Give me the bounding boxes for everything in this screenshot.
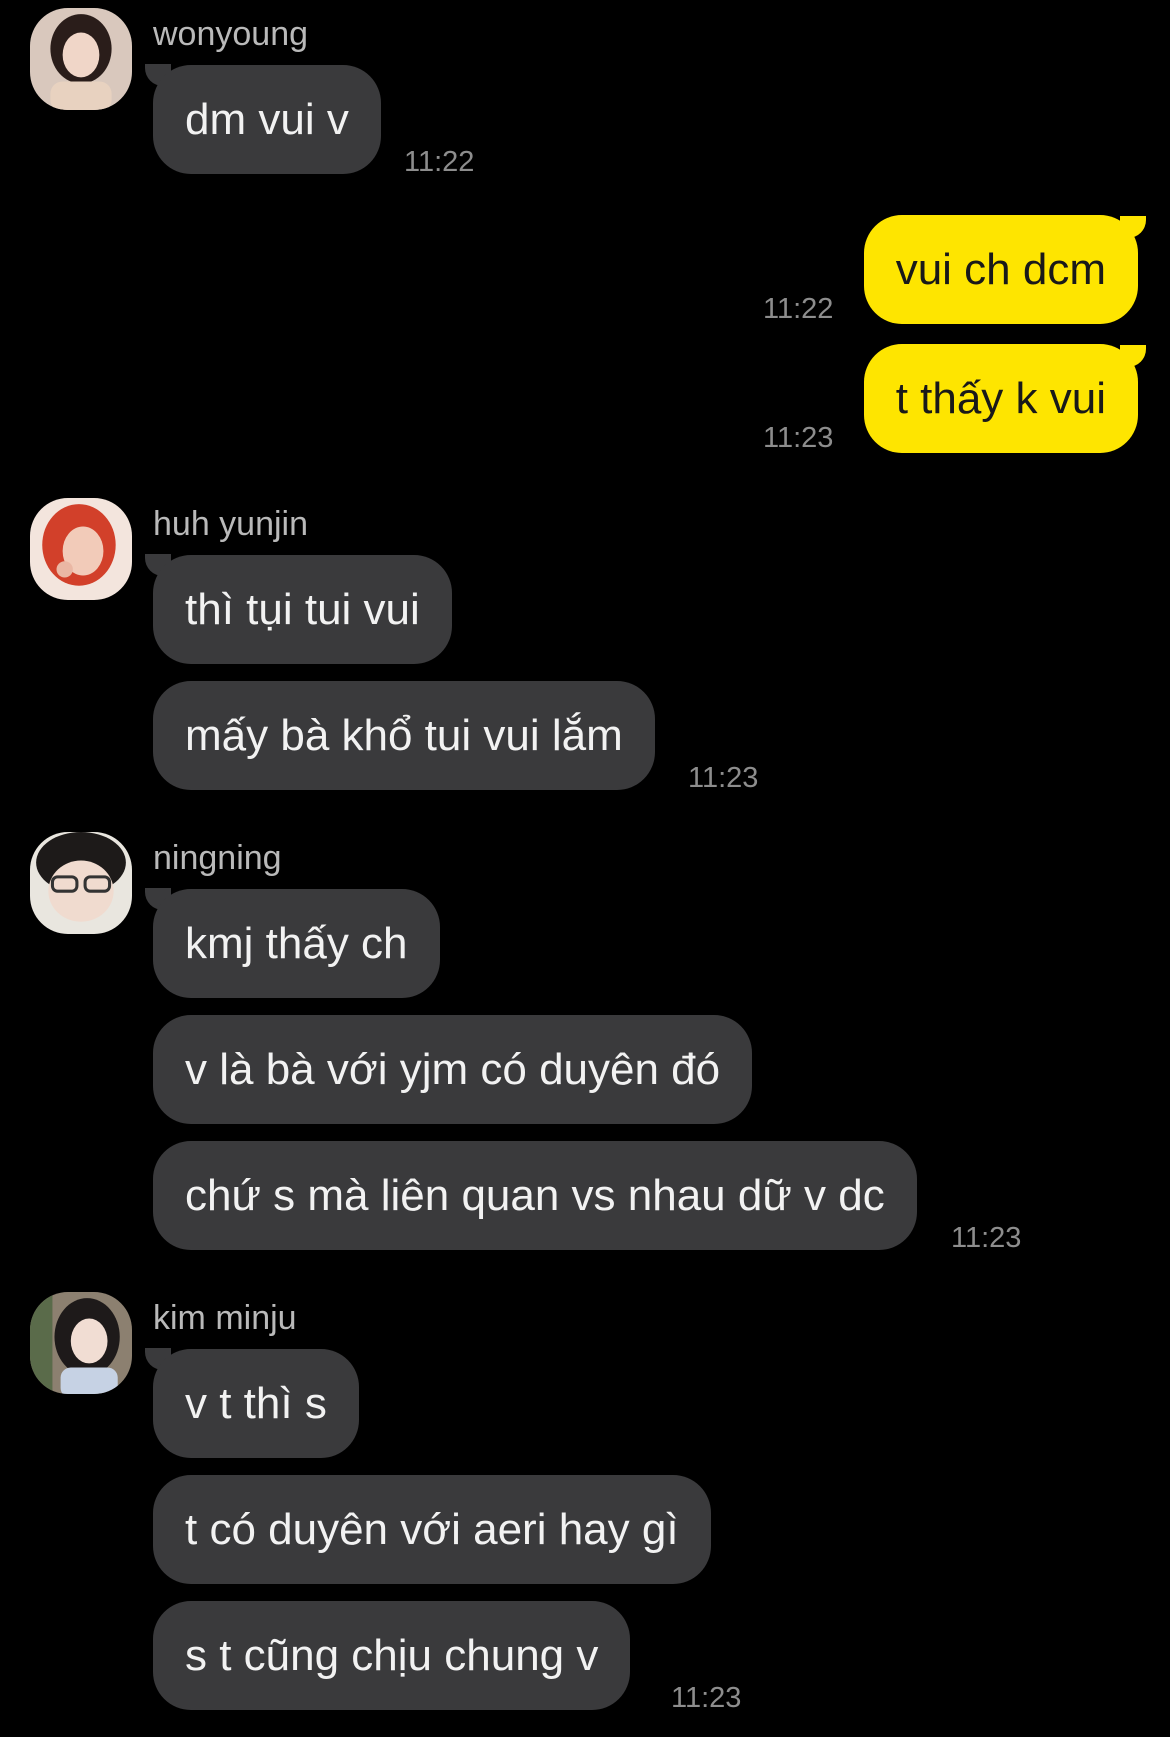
sender-name: huh yunjin [153,505,309,543]
message-timestamp: 11:23 [671,1682,742,1714]
message-bubble[interactable]: kmj thấy ch [153,889,440,998]
user-avatar-icon [30,1292,132,1394]
chat-thread[interactable]: wonyoung dm vui v 11:22 vui ch dcm 11:22… [0,0,1170,1737]
sender-name: kim minju [153,1299,297,1337]
message-bubble[interactable]: chứ s mà liên quan vs nhau dữ v dc [153,1141,917,1250]
avatar-wonyoung[interactable] [30,8,132,110]
my-message-bubble[interactable]: t thấy k vui [863,344,1138,453]
message-timestamp: 11:22 [404,146,475,178]
user-avatar-icon [30,832,132,934]
user-avatar-icon [30,498,132,600]
message-timestamp: 11:22 [763,293,834,325]
avatar-kim-minju[interactable] [30,1292,132,1394]
message-bubble[interactable]: v t thì s [153,1349,359,1458]
message-bubble[interactable]: t có duyên với aeri hay gì [153,1475,711,1584]
message-timestamp: 11:23 [688,762,759,794]
message-bubble[interactable]: dm vui v [153,65,381,174]
avatar-ningning[interactable] [30,832,132,934]
message-timestamp: 11:23 [763,422,834,454]
my-message-bubble[interactable]: vui ch dcm [863,215,1138,324]
message-bubble[interactable]: v là bà với yjm có duyên đó [153,1015,753,1124]
message-timestamp: 11:23 [951,1222,1022,1254]
sender-name: ningning [153,839,282,877]
sender-name: wonyoung [153,15,309,53]
user-avatar-icon [30,8,132,110]
avatar-huh-yunjin[interactable] [30,498,132,600]
message-bubble[interactable]: mấy bà khổ tui vui lắm [153,681,655,790]
message-bubble[interactable]: s t cũng chịu chung v [153,1601,631,1710]
message-bubble[interactable]: thì tụi tui vui [153,555,452,664]
